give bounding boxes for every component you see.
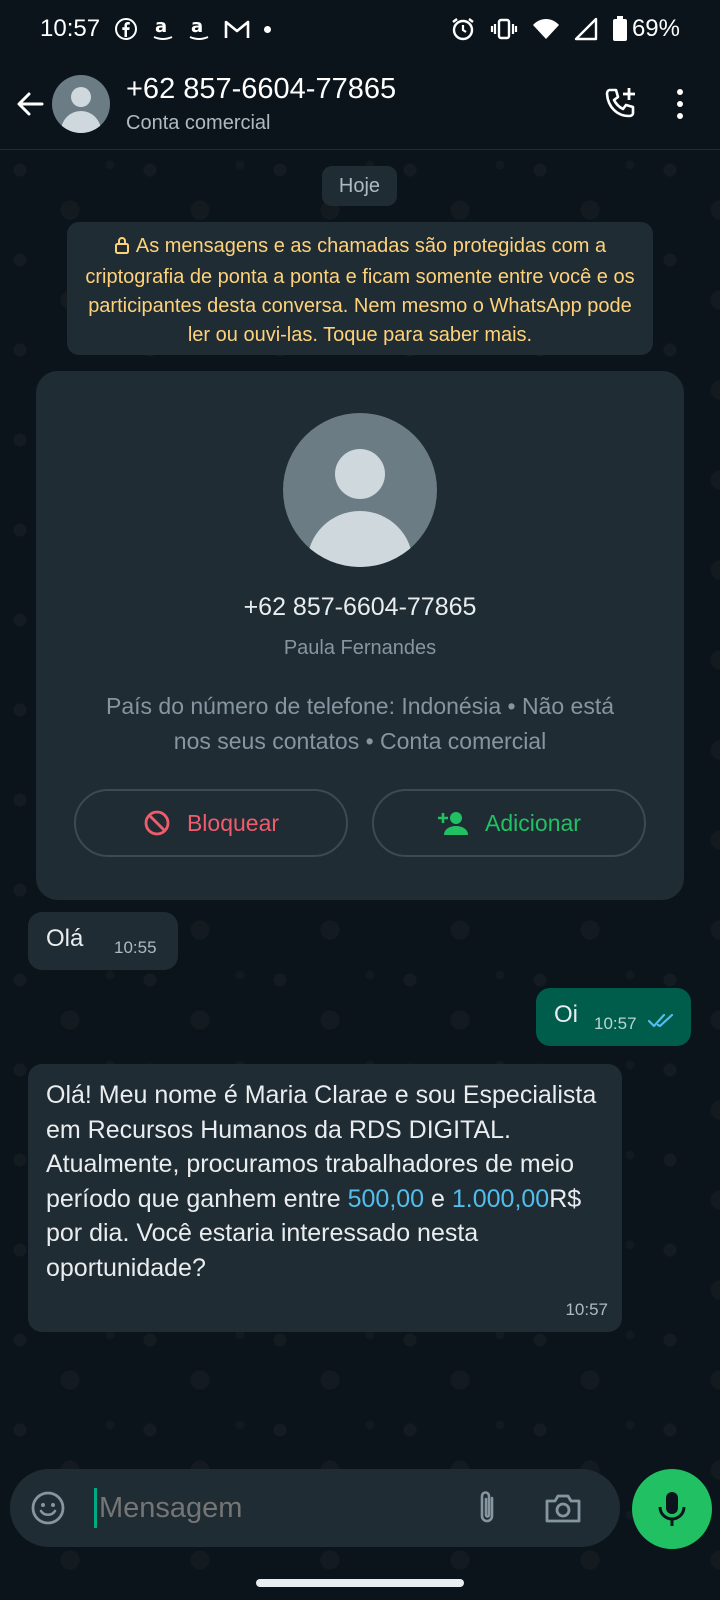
camera-button[interactable] [541, 1486, 585, 1530]
contact-card-info: País do número de telefone: Indonésia • … [106, 693, 614, 754]
date-chip: Hoje [322, 166, 397, 206]
amazon-icon: a [152, 16, 174, 42]
camera-icon [545, 1494, 581, 1523]
gmail-icon [224, 18, 250, 40]
attach-button[interactable] [465, 1486, 509, 1530]
person-add-icon [438, 812, 469, 835]
back-button[interactable] [2, 76, 58, 132]
encryption-notice[interactable]: As mensagens e as chamadas são protegida… [67, 222, 653, 355]
vibrate-icon [490, 17, 518, 41]
signal-icon [574, 17, 598, 41]
gesture-nav-handle[interactable] [256, 1579, 464, 1587]
emoji-button[interactable] [28, 1488, 68, 1528]
arrow-left-icon [17, 92, 44, 115]
chat-screen: 10:57 a a 69% +62 857-6604-77865 Conta c… [0, 0, 720, 1600]
svg-text:a: a [155, 16, 167, 37]
alarm-icon [450, 16, 476, 42]
contact-avatar[interactable] [52, 74, 110, 133]
more-options-button[interactable] [670, 82, 690, 126]
message-text-part: e [424, 1184, 452, 1213]
message-time: 10:57 [565, 1300, 608, 1319]
message-text: Oi [554, 1001, 578, 1028]
contact-card-name: Paula Fernandes [283, 637, 437, 659]
lock-icon [114, 234, 130, 263]
text-caret [94, 1488, 97, 1528]
block-button-label: Bloquear [186, 809, 280, 836]
contact-card-avatar[interactable] [283, 413, 437, 567]
contact-subtitle: Conta comercial [126, 111, 271, 134]
paperclip-icon [480, 1491, 494, 1523]
amazon-icon: a [188, 16, 210, 42]
microphone-icon [658, 1492, 686, 1526]
message-incoming[interactable]: Olá! Meu nome é Maria Clarae e sou Espec… [28, 1064, 622, 1332]
wifi-icon [532, 18, 560, 40]
block-icon [144, 810, 170, 836]
add-contact-button-label: Adicionar [485, 809, 581, 836]
contact-title: +62 857-6604-77865 [126, 72, 397, 105]
contact-header-info[interactable]: +62 857-6604-77865 Conta comercial [126, 73, 396, 135]
read-receipt-icon [647, 1012, 676, 1035]
contact-card: +62 857-6604-77865 Paula Fernandes País … [36, 371, 684, 900]
battery-percent: 69% [631, 15, 680, 42]
message-input[interactable] [99, 1491, 459, 1525]
message-outgoing[interactable]: Oi 10:57 [536, 988, 691, 1046]
message-composer [10, 1469, 620, 1547]
voice-message-button[interactable] [632, 1469, 712, 1549]
more-notifications-icon [264, 25, 272, 33]
message-time: 10:55 [114, 938, 157, 957]
message-link-amount-2[interactable]: 1.000,00 [452, 1185, 549, 1213]
add-contact-button[interactable]: Adicionar [372, 789, 646, 857]
message-time: 10:57 [594, 1014, 637, 1033]
phone-add-icon [605, 87, 635, 117]
message-text: Olá [46, 925, 84, 952]
status-bar: 10:57 a a 69% [0, 0, 720, 58]
emoji-icon [31, 1491, 65, 1525]
message-text: Olá! Meu nome é Maria Clarae e sou Espec… [46, 1078, 606, 1285]
svg-text:a: a [191, 16, 203, 37]
chat-header: +62 857-6604-77865 Conta comercial [0, 58, 720, 150]
add-call-button[interactable] [598, 82, 642, 126]
contact-card-phone: +62 857-6604-77865 [243, 593, 477, 621]
facebook-icon [114, 17, 138, 41]
block-button[interactable]: Bloquear [74, 789, 348, 857]
message-incoming[interactable]: Olá 10:55 [28, 912, 178, 970]
message-link-amount-1[interactable]: 500,00 [348, 1185, 424, 1213]
status-time: 10:57 [40, 15, 101, 42]
battery-icon: 69% [612, 15, 680, 43]
encryption-notice-text: As mensagens e as chamadas são protegida… [85, 235, 635, 346]
